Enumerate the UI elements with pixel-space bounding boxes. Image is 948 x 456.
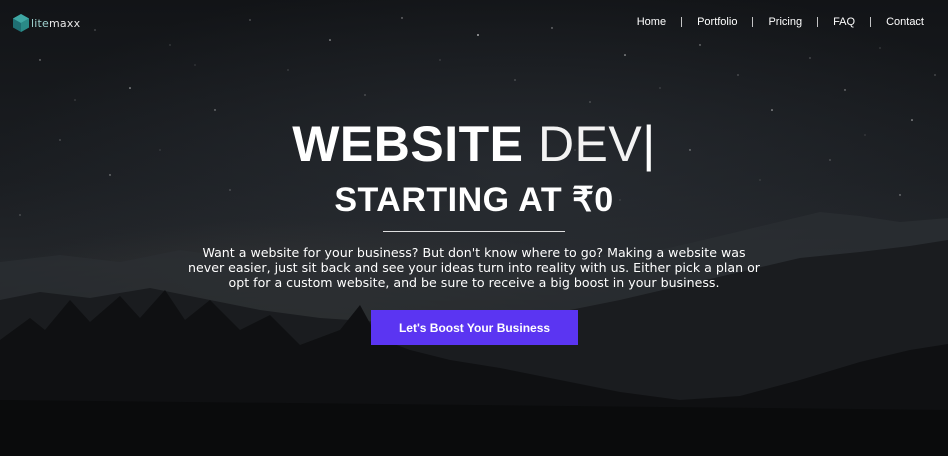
- hero-divider: [383, 231, 565, 232]
- nav-separator: [817, 17, 819, 27]
- starting-price: ₹0: [572, 181, 614, 219]
- nav-separator: [870, 17, 872, 27]
- headline-bold-text: WEBSITE: [292, 116, 524, 172]
- nav-link-faq[interactable]: FAQ: [833, 16, 855, 28]
- subheadline-text: STARTING AT: [334, 181, 563, 219]
- mountain-landscape: [0, 212, 948, 456]
- nav-link-contact[interactable]: Contact: [886, 16, 924, 28]
- nav-link-home[interactable]: Home: [637, 16, 666, 28]
- brand-name: litemaxx: [31, 16, 81, 30]
- nav-link-portfolio[interactable]: Portfolio: [697, 16, 737, 28]
- nav-link-pricing[interactable]: Pricing: [768, 16, 802, 28]
- hero-section: litemaxx Home Portfolio Pricing FAQ Cont…: [0, 0, 948, 456]
- hero-description: Want a website for your business? But do…: [188, 245, 760, 290]
- typing-caret: |: [642, 116, 656, 172]
- nav-separator: [681, 17, 683, 27]
- main-navigation: Home Portfolio Pricing FAQ Contact: [637, 16, 924, 28]
- hero-headline: WEBSITE DEV|: [0, 114, 948, 174]
- nav-separator: [752, 17, 754, 27]
- headline-typed-text: DEV: [537, 116, 643, 172]
- hero-subheadline: STARTING AT ₹0: [0, 178, 948, 222]
- boost-business-button[interactable]: Let's Boost Your Business: [371, 310, 578, 345]
- hexagon-logo-icon: [13, 14, 29, 32]
- brand-logo[interactable]: litemaxx: [12, 12, 80, 34]
